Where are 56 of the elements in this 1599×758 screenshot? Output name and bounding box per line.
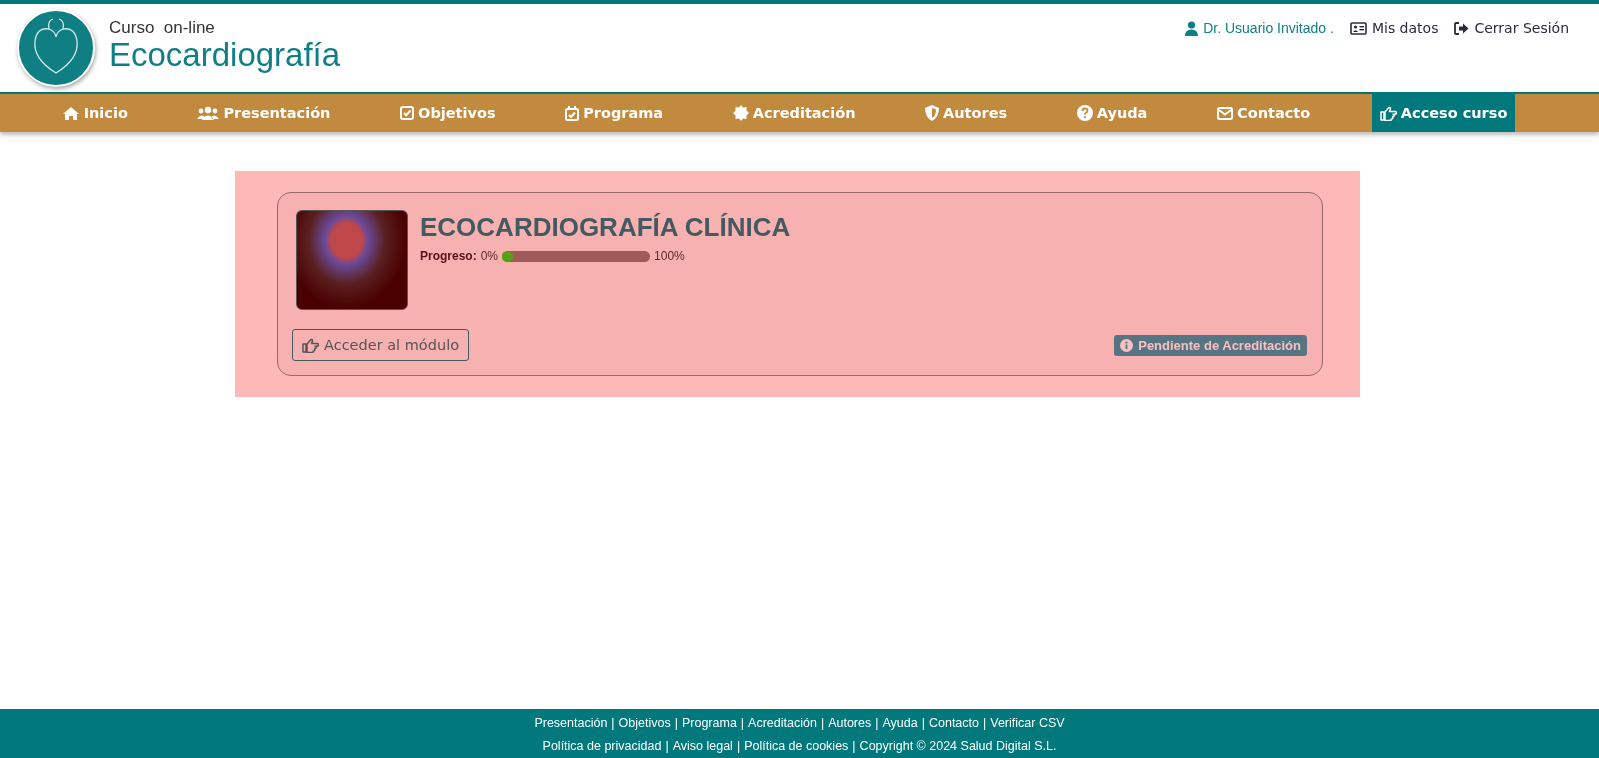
users-icon [197,106,220,120]
course-title: Ecocardiografía [109,37,341,73]
sign-out-icon [1454,21,1470,35]
help-icon [1076,105,1093,121]
footer-link[interactable]: Copyright © 2024 Salud Digital S.L. [859,739,1057,754]
footer-link[interactable]: Autores [828,715,872,730]
footer-link[interactable]: Contacto [928,715,979,730]
separator: | [611,715,615,730]
nav-tab[interactable]: Acceso curso [1371,94,1516,132]
calendar-check-icon [565,105,580,121]
course-subtitle: Curso on-line [109,17,216,38]
footer-link[interactable]: Verificar CSV [990,715,1065,730]
user-name: Dr. Usuario Invitado . [1203,20,1334,36]
footer-link[interactable]: Aviso legal [672,739,733,754]
access-module-button[interactable]: Acceder al módulo [292,329,470,361]
id-card-icon [1349,21,1367,35]
footer-link[interactable]: Política de privacidad [542,739,662,754]
separator: | [665,739,669,754]
footer-link[interactable]: Presentación [534,715,608,730]
separator: | [852,739,856,754]
nav-tab[interactable]: Objetivos [392,94,504,132]
footer-link[interactable]: Programa [681,715,737,730]
module-title: ECOCARDIOGRAFÍA CLÍNICA [420,212,791,243]
info-icon [1120,338,1134,352]
check-square-icon [400,106,415,120]
separator: | [674,715,678,730]
nav-tab[interactable]: Contacto [1209,94,1319,132]
footer-link[interactable]: Política de cookies [744,739,849,754]
separator: | [983,715,987,730]
nav-tab[interactable]: Ayuda [1068,94,1156,132]
separator: | [875,715,879,730]
badge-icon [732,105,749,121]
separator: | [736,739,741,754]
envelope-icon [1217,106,1234,120]
status-badge: Pendiente de Acreditación [1114,334,1307,356]
progress-min: 0% [480,249,499,263]
user-icon [1185,20,1199,36]
progress-label: Progreso: [420,249,477,263]
nav-tab[interactable]: Presentación [189,94,339,132]
footer-link[interactable]: Acreditación [748,715,817,730]
home-icon [61,105,80,121]
nav-tab[interactable]: Programa [557,94,672,132]
nav-tab[interactable]: Autores [917,94,1016,132]
footer-link[interactable]: Objetivos [618,715,671,730]
separator: | [820,715,825,730]
logout-link[interactable]: Cerrar Sesión [1454,20,1569,36]
separator: | [740,715,745,730]
shield-icon [925,105,940,121]
separator: | [921,715,925,730]
nav-tab[interactable]: Acreditación [724,94,864,132]
footer-link[interactable]: Ayuda [882,715,918,730]
profile-link[interactable]: Mis datos [1349,20,1439,36]
progress-max: 100% [654,249,685,263]
nav-tab[interactable]: Inicio [53,94,136,132]
hand-pointer-icon [302,337,319,353]
hand-pointer-icon [1379,105,1397,121]
